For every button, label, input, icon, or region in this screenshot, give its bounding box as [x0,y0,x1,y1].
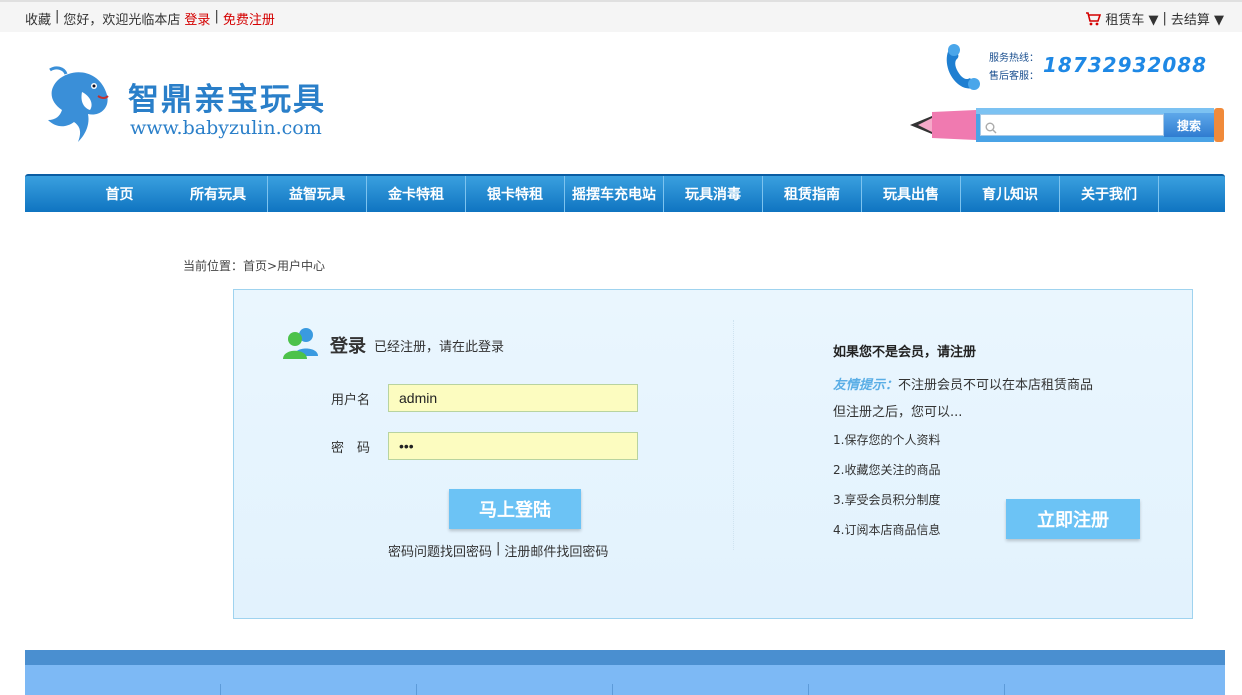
nav-item-charging-station[interactable]: 摇摆车充电站 [565,176,664,212]
hotline-label: 服务热线： [989,53,1039,64]
cart-icon [1085,11,1102,26]
favorite-link[interactable]: 收藏 [25,9,51,28]
benefit-item: 1.保存您的个人资料 [833,433,941,447]
register-now-button[interactable]: 立即注册 [1006,499,1140,539]
search-icon [985,119,997,134]
panel-divider [733,320,734,550]
login-submit-button[interactable]: 马上登陆 [449,489,581,529]
nav-item-silver-card[interactable]: 银卡特租 [466,176,565,212]
nav-item-rental-guide[interactable]: 租赁指南 [763,176,862,212]
footer-divider [612,684,613,695]
brand-title: 智鼎亲宝玩具 [128,82,326,118]
separator: | [496,541,501,556]
footer-divider [220,684,221,695]
search-input[interactable] [980,114,1164,136]
tip-text-2: 但注册之后，您可以... [833,405,963,420]
nav-item-home[interactable]: 首页 [70,176,169,212]
login-link[interactable]: 登录 [184,9,210,28]
benefit-item: 4.订阅本店商品信息 [833,523,941,537]
password-label: 密 码 [331,441,371,456]
hotline-number: 18732932088 [1043,53,1208,77]
recover-links: 密码问题找回密码 | 注册邮件找回密码 [388,541,608,560]
top-bar: 收藏 | 您好，欢迎光临本店 登录 | 免费注册 租赁车 ▼ | 去结算 ▼ [0,0,1242,32]
main-nav: 首页 所有玩具 益智玩具 金卡特租 银卡特租 摇摆车充电站 玩具消毒 租赁指南 … [25,174,1225,212]
footer-bar [25,650,1225,665]
benefit-item: 3.享受会员积分制度 [833,493,941,507]
nav-item-gold-card[interactable]: 金卡特租 [367,176,466,212]
benefit-item: 2.收藏您关注的商品 [833,463,941,477]
tip-line: 友情提示：不注册会员不可以在本店租赁商品 [833,374,1093,393]
nav-item-about-us[interactable]: 关于我们 [1060,176,1159,212]
recover-by-email-link[interactable]: 注册邮件找回密码 [504,541,608,560]
dolphin-logo-icon[interactable] [38,62,118,152]
checkout-link[interactable]: 去结算 ▼ [1171,9,1224,28]
greeting-text: 您好，欢迎光临本店 [63,13,181,28]
separator: | [214,9,219,24]
users-icon [282,326,320,360]
hotline-labels: 服务热线： 售后客服： [989,50,1039,86]
top-bar-right: 租赁车 ▼ | 去结算 ▼ [1085,9,1224,28]
register-link[interactable]: 免费注册 [223,9,275,28]
phone-icon [940,42,984,92]
nav-item-educational[interactable]: 益智玩具 [268,176,367,212]
nav-item-disinfection[interactable]: 玩具消毒 [664,176,763,212]
footer-divider [416,684,417,695]
separator: | [55,9,60,24]
footer-area [25,665,1225,695]
tip-text: 不注册会员不可以在本店租赁商品 [898,378,1094,393]
username-label: 用户名 [331,393,371,408]
username-field[interactable] [388,384,638,412]
cart-link[interactable]: 租赁车 ▼ [1105,9,1158,28]
separator: | [1162,11,1167,26]
search-button[interactable]: 搜索 [1164,113,1214,137]
breadcrumb: 当前位置：首页>用户中心 [183,259,326,273]
brand-url: www.babyzulin.com [130,117,322,139]
tip-label: 友情提示： [833,378,899,393]
footer-divider [1004,684,1005,695]
footer-divider [808,684,809,695]
password-field[interactable] [388,432,638,460]
register-title: 如果您不是会员，请注册 [833,345,977,360]
aftersale-label: 售后客服： [989,71,1039,82]
nav-item-all-toys[interactable]: 所有玩具 [169,176,268,212]
nav-item-parenting[interactable]: 育儿知识 [961,176,1060,212]
nav-item-toy-sale[interactable]: 玩具出售 [862,176,961,212]
login-subtitle: 已经注册，请在此登录 [374,340,505,355]
top-bar-left: 收藏 | 您好，欢迎光临本店 登录 | 免费注册 [25,9,275,28]
login-title: 登录 [330,336,366,357]
recover-by-question-link[interactable]: 密码问题找回密码 [388,541,492,560]
